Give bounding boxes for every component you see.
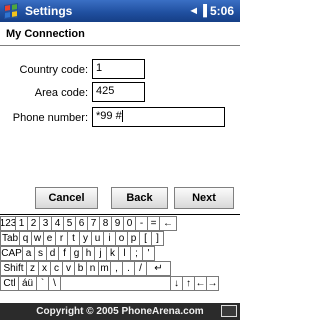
title-bar: Settings ◄▐ 5:06 bbox=[0, 0, 240, 22]
clock[interactable]: 5:06 bbox=[210, 4, 234, 18]
keyboard-key[interactable]: Shift bbox=[0, 261, 27, 276]
soft-keyboard: 123 1 2 3 4 5 6 7 8 9 0- = ← Tab q w e r t y u i o p[] CAP a s d f g h… bbox=[0, 214, 240, 302]
keyboard-row: 123 1 2 3 4 5 6 7 8 9 0- = ← bbox=[0, 216, 177, 231]
windows-logo-icon bbox=[4, 3, 18, 19]
next-button[interactable]: Next bbox=[174, 187, 234, 209]
copyright-watermark: Copyright © 2005 PhoneArena.com bbox=[36, 306, 204, 317]
area-code-input[interactable]: 425 bbox=[92, 82, 145, 102]
back-button[interactable]: Back bbox=[111, 187, 168, 209]
page-title: My Connection bbox=[0, 22, 240, 46]
keyboard-row: CAP a s d f g h j k l; ' bbox=[0, 246, 155, 261]
text-caret bbox=[121, 110, 123, 123]
keyboard-key[interactable]: Ctl bbox=[0, 276, 19, 291]
keyboard-key[interactable]: 123 bbox=[0, 216, 16, 231]
start-button[interactable] bbox=[0, 0, 22, 22]
keyboard-key[interactable]: ] bbox=[151, 231, 164, 246]
keyboard-key[interactable] bbox=[60, 276, 171, 291]
keyboard-key[interactable]: Tab bbox=[0, 231, 20, 246]
speaker-icon[interactable]: ◄▐ bbox=[188, 5, 207, 17]
phone-number-label: Phone number: bbox=[12, 112, 88, 124]
keyboard-key[interactable]: ↵ bbox=[146, 261, 171, 276]
area-code-label: Area code: bbox=[34, 87, 88, 99]
country-code-input[interactable]: 1 bbox=[92, 59, 145, 79]
keyboard-key[interactable]: CAP bbox=[0, 246, 23, 261]
keyboard-key[interactable]: ' bbox=[142, 246, 155, 261]
country-code-label: Country code: bbox=[19, 64, 88, 76]
phone-number-input[interactable]: *99 # bbox=[92, 107, 225, 127]
app-title: Settings bbox=[25, 4, 73, 18]
keyboard-key[interactable]: ← bbox=[159, 216, 177, 231]
keyboard-key[interactable]: áü bbox=[18, 276, 37, 291]
keyboard-row: Ctl áü ` \ ↓ ↑ ← → bbox=[0, 276, 219, 291]
bottom-menu-bar: Copyright © 2005 PhoneArena.com bbox=[0, 303, 240, 320]
keyboard-toggle-icon[interactable] bbox=[221, 305, 237, 317]
keyboard-row: Shift z x c v b n m,. / ↵ bbox=[0, 261, 171, 276]
keyboard-key[interactable]: → bbox=[206, 276, 219, 291]
cancel-button[interactable]: Cancel bbox=[35, 187, 98, 209]
keyboard-row: Tab q w e r t y u i o p[] bbox=[0, 231, 164, 246]
